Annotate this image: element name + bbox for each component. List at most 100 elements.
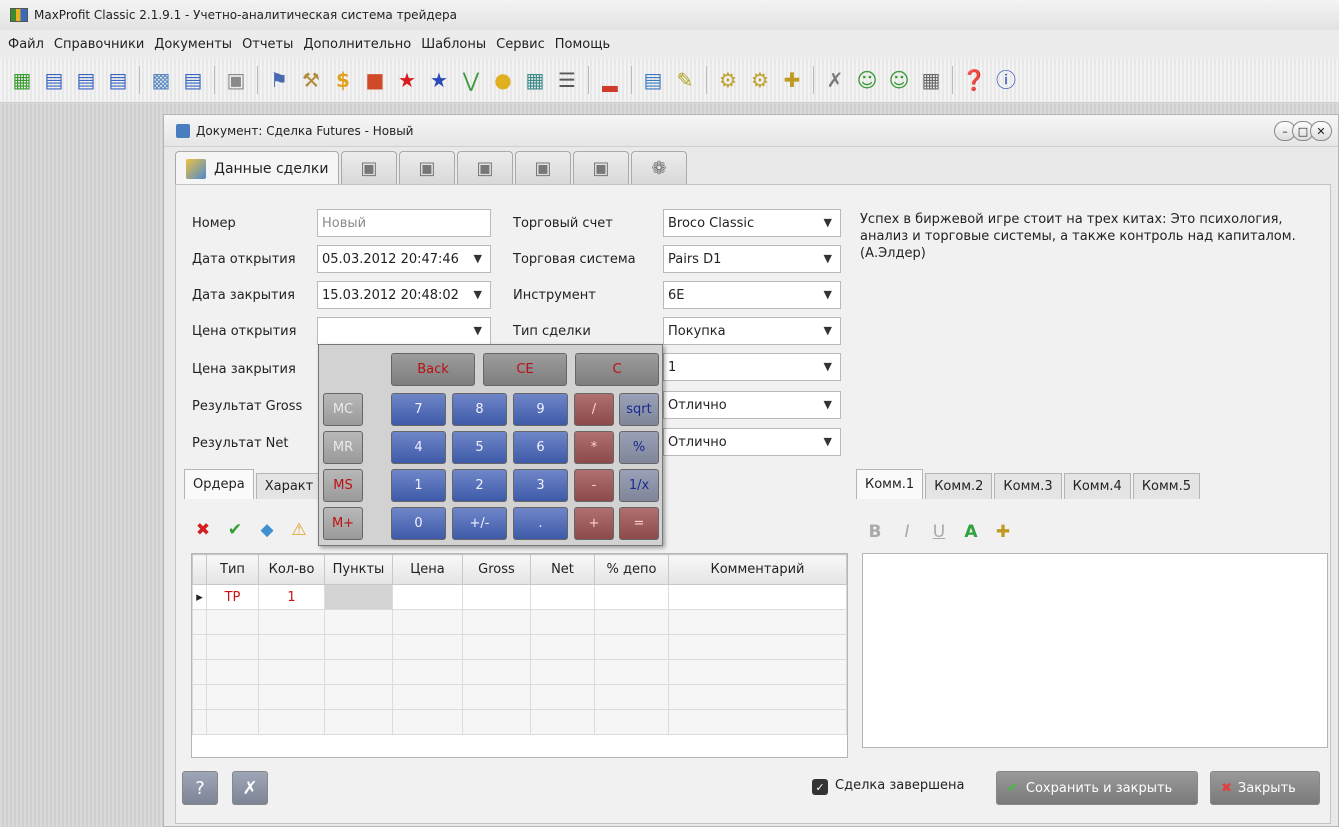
table-row[interactable] <box>192 659 847 685</box>
tab-comment-5[interactable]: Комм.5 <box>1132 473 1201 499</box>
help-button[interactable]: ? <box>182 771 218 805</box>
calculator-icon[interactable]: ▦ <box>917 66 945 94</box>
tab-attachment-5[interactable]: ▣ <box>573 151 629 185</box>
close-button[interactable]: ✖ Закрыть <box>1210 771 1320 805</box>
warning-icon[interactable]: ⚠ <box>288 519 310 541</box>
menu-help[interactable]: Помощь <box>555 37 610 52</box>
menu-documents[interactable]: Документы <box>154 37 232 52</box>
table-row[interactable] <box>192 634 847 660</box>
order-qty-cell[interactable]: 1 <box>258 584 325 610</box>
order-price-cell[interactable] <box>392 584 463 610</box>
number-field[interactable]: Новый <box>317 209 491 237</box>
calc-percent-button[interactable]: % <box>619 431 659 464</box>
order-type-cell[interactable]: TP <box>206 584 259 610</box>
star-blue-icon[interactable]: ★ <box>425 66 453 94</box>
calc-back-button[interactable]: Back <box>391 353 475 386</box>
deal-completed-checkbox[interactable]: ✓ <box>812 779 828 795</box>
menu-additional[interactable]: Дополнительно <box>303 37 411 52</box>
dollar-icon[interactable]: $ <box>329 66 357 94</box>
menu-service[interactable]: Сервис <box>496 37 545 52</box>
menu-file[interactable]: Файл <box>8 37 44 52</box>
calc-4-button[interactable]: 4 <box>391 431 446 464</box>
account-select[interactable]: Broco Classic ▼ <box>663 209 841 237</box>
extra-select-1[interactable]: 1 ▼ <box>663 353 841 381</box>
chart-doc-icon[interactable]: ▦ <box>521 66 549 94</box>
column-header[interactable]: Кол-во <box>258 554 325 585</box>
chevron-down-icon[interactable]: ▼ <box>824 324 832 337</box>
column-header[interactable]: Комментарий <box>668 554 847 585</box>
chevron-down-icon[interactable]: ▼ <box>824 398 832 411</box>
calc-7-button[interactable]: 7 <box>391 393 446 426</box>
calc-1-button[interactable]: 1 <box>391 469 446 502</box>
calc-mplus-button[interactable]: M+ <box>323 507 363 540</box>
calc-dot-button[interactable]: . <box>513 507 568 540</box>
users-icon[interactable]: ☺ <box>853 66 881 94</box>
instrument-select[interactable]: 6E ▼ <box>663 281 841 309</box>
calculator-doc-icon[interactable]: ▣ <box>222 66 250 94</box>
calc-9-button[interactable]: 9 <box>513 393 568 426</box>
font-color-icon[interactable]: A <box>960 521 982 543</box>
tab-attachment-3[interactable]: ▣ <box>457 151 513 185</box>
report-icon[interactable]: ▤ <box>639 66 667 94</box>
calc-reciprocal-button[interactable]: 1/x <box>619 469 659 502</box>
gears2-icon[interactable]: ⚙ <box>746 66 774 94</box>
tab-media[interactable]: ❁ <box>631 151 687 185</box>
plugin-icon[interactable]: ✚ <box>778 66 806 94</box>
tab-deal-data[interactable]: Данные сделки <box>175 151 339 185</box>
system-select[interactable]: Pairs D1 ▼ <box>663 245 841 273</box>
underline-icon[interactable]: U <box>928 521 950 543</box>
bank-icon[interactable]: ⚑ <box>265 66 293 94</box>
star-red-icon[interactable]: ★ <box>393 66 421 94</box>
table-row[interactable] <box>192 684 847 710</box>
calc-c-button[interactable]: C <box>575 353 659 386</box>
settings-button[interactable]: ✗ <box>232 771 268 805</box>
column-header[interactable]: Цена <box>392 554 463 585</box>
order-net-cell[interactable] <box>530 584 595 610</box>
save-and-close-button[interactable]: ✔ Сохранить и закрыть <box>996 771 1198 805</box>
document-blue-icon[interactable]: ▤ <box>40 66 68 94</box>
calc-multiply-button[interactable]: * <box>574 431 614 464</box>
edit-doc-icon[interactable]: ✎ <box>671 66 699 94</box>
calc-6-button[interactable]: 6 <box>513 431 568 464</box>
open-price-field[interactable]: ▼ <box>317 317 491 345</box>
calc-equals-button[interactable]: = <box>619 507 659 540</box>
info-icon[interactable]: ⓘ <box>992 66 1020 94</box>
menu-templates[interactable]: Шаблоны <box>421 37 486 52</box>
plugin-icon[interactable]: ✚ <box>992 521 1014 543</box>
speech-icon[interactable]: ● <box>489 66 517 94</box>
document-grid-icon[interactable]: ▩ <box>147 66 175 94</box>
document-blue-icon[interactable]: ▤ <box>104 66 132 94</box>
bar-chart-icon[interactable]: ▂ <box>596 66 624 94</box>
help-icon[interactable]: ❓ <box>960 66 988 94</box>
table-row[interactable]: ▸ TP 1 <box>192 584 847 610</box>
calc-3-button[interactable]: 3 <box>513 469 568 502</box>
tab-attachment-1[interactable]: ▣ <box>341 151 397 185</box>
tools-icon[interactable]: ⚒ <box>297 66 325 94</box>
wrench-icon[interactable]: ✗ <box>821 66 849 94</box>
chevron-down-icon[interactable]: ▼ <box>474 324 482 337</box>
bold-icon[interactable]: B <box>864 521 886 543</box>
gears-icon[interactable]: ⚙ <box>714 66 742 94</box>
order-gross-cell[interactable] <box>462 584 531 610</box>
table-row[interactable] <box>192 609 847 635</box>
close-icon[interactable]: ✕ <box>1310 121 1332 141</box>
add-order-icon[interactable]: ◆ <box>256 519 278 541</box>
document-blue-icon[interactable]: ▤ <box>72 66 100 94</box>
blocks-icon[interactable]: ■ <box>361 66 389 94</box>
calc-ms-button[interactable]: MS <box>323 469 363 502</box>
chevron-down-icon[interactable]: ▼ <box>474 288 482 301</box>
document-green-icon[interactable]: ▦ <box>8 66 36 94</box>
calc-0-button[interactable]: 0 <box>391 507 446 540</box>
chevron-down-icon[interactable]: ▼ <box>824 435 832 448</box>
menu-reports[interactable]: Отчеты <box>242 37 293 52</box>
tab-attachment-4[interactable]: ▣ <box>515 151 571 185</box>
document-arrow-icon[interactable]: ▤ <box>179 66 207 94</box>
tab-attachment-2[interactable]: ▣ <box>399 151 455 185</box>
calc-mc-button[interactable]: MC <box>323 393 363 426</box>
calc-divide-button[interactable]: / <box>574 393 614 426</box>
tab-comment-1[interactable]: Комм.1 <box>856 469 924 499</box>
italic-icon[interactable]: I <box>896 521 918 543</box>
comment-editor[interactable] <box>862 553 1328 748</box>
close-date-picker[interactable]: 15.03.2012 20:48:02 ▼ <box>317 281 491 309</box>
calc-5-button[interactable]: 5 <box>452 431 507 464</box>
